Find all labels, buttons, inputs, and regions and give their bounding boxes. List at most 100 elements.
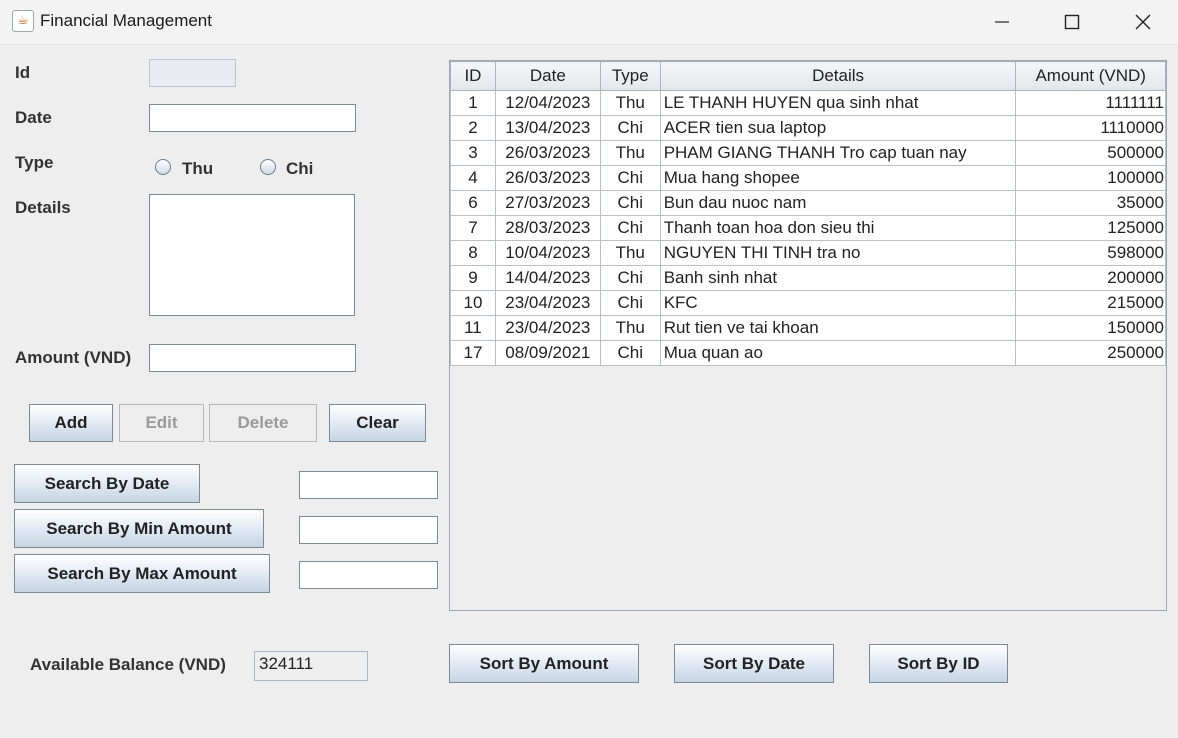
cell-date: 12/04/2023	[494, 90, 601, 116]
cell-date: 23/04/2023	[494, 315, 601, 341]
table-row[interactable]: 8 10/04/2023 Thu NGUYEN THI TINH tra no 5980…	[450, 240, 1166, 266]
cell-id: 1	[450, 90, 496, 116]
cell-amount: 598000	[1015, 240, 1166, 266]
cell-details: Mua hang shopee	[659, 165, 1017, 191]
cell-date: 08/09/2021	[494, 340, 601, 366]
edit-button[interactable]: Edit	[119, 404, 204, 442]
cell-date: 10/04/2023	[494, 240, 601, 266]
id-field	[149, 59, 236, 87]
transactions-table: ID Date Type Details Amount (VND) 1 12/04…	[450, 61, 1166, 366]
table-row[interactable]: 6 27/03/2023 Chi Bun dau nuoc nam 35000	[450, 190, 1166, 216]
minimize-icon	[995, 21, 1009, 23]
table-row[interactable]: 10 23/04/2023 Chi KFC 215000	[450, 290, 1166, 316]
cell-type: Thu	[599, 90, 661, 116]
maximize-icon	[1064, 14, 1080, 30]
cell-details: ACER tien sua laptop	[659, 115, 1017, 141]
cell-id: 8	[450, 240, 496, 266]
delete-button[interactable]: Delete	[209, 404, 317, 442]
cell-amount: 500000	[1015, 140, 1166, 166]
cell-date: 26/03/2023	[494, 140, 601, 166]
amount-label: Amount (VND)	[15, 348, 132, 367]
column-header-date[interactable]: Date	[494, 61, 601, 91]
table-row[interactable]: 2 13/04/2023 Chi ACER tien sua laptop 111000…	[450, 115, 1166, 141]
cell-type: Thu	[599, 315, 661, 341]
type-chi-label: Chi	[286, 159, 314, 178]
maximize-button[interactable]	[1043, 0, 1101, 44]
column-header-id[interactable]: ID	[450, 61, 496, 91]
cell-type: Chi	[599, 115, 661, 141]
date-field[interactable]	[149, 104, 356, 132]
cell-date: 13/04/2023	[494, 115, 601, 141]
type-chi-radio[interactable]	[260, 159, 276, 175]
title-bar: ☕ Financial Management	[0, 0, 1178, 45]
cell-amount: 250000	[1015, 340, 1166, 366]
column-header-details[interactable]: Details	[659, 61, 1017, 91]
table-row[interactable]: 11 23/04/2023 Thu Rut tien ve tai khoan 1500…	[450, 315, 1166, 341]
table-row[interactable]: 1 12/04/2023 Thu LE THANH HUYEN qua sinh nh…	[450, 90, 1166, 116]
search-max-amount-field[interactable]	[299, 561, 438, 589]
balance-field: 324111	[254, 651, 368, 681]
cell-id: 7	[450, 215, 496, 241]
table-row[interactable]: 4 26/03/2023 Chi Mua hang shopee 100000	[450, 165, 1166, 191]
table-row[interactable]: 9 14/04/2023 Chi Banh sinh nhat 200000	[450, 265, 1166, 291]
date-label: Date	[15, 108, 52, 127]
amount-field[interactable]	[149, 344, 356, 372]
search-by-date-button[interactable]: Search By Date	[14, 464, 200, 503]
java-cup-icon: ☕	[12, 10, 34, 32]
cell-date: 28/03/2023	[494, 215, 601, 241]
add-button[interactable]: Add	[29, 404, 113, 442]
cell-details: Bun dau nuoc nam	[659, 190, 1017, 216]
close-icon	[1135, 14, 1151, 30]
cell-details: Mua quan ao	[659, 340, 1017, 366]
cell-details: NGUYEN THI TINH tra no	[659, 240, 1017, 266]
minimize-button[interactable]	[973, 0, 1031, 44]
close-button[interactable]	[1114, 0, 1172, 44]
cell-type: Thu	[599, 240, 661, 266]
cell-type: Chi	[599, 340, 661, 366]
cell-date: 27/03/2023	[494, 190, 601, 216]
cell-date: 26/03/2023	[494, 165, 601, 191]
type-thu-label: Thu	[182, 159, 214, 178]
search-min-amount-field[interactable]	[299, 516, 438, 544]
cell-amount: 1111111	[1015, 90, 1166, 116]
cell-details: Thanh toan hoa don sieu thi	[659, 215, 1017, 241]
table-row[interactable]: 7 28/03/2023 Chi Thanh toan hoa don sieu th…	[450, 215, 1166, 241]
cell-amount: 35000	[1015, 190, 1166, 216]
cell-type: Thu	[599, 140, 661, 166]
search-by-max-amount-button[interactable]: Search By Max Amount	[14, 554, 270, 593]
cell-amount: 150000	[1015, 315, 1166, 341]
cell-amount: 1110000	[1015, 115, 1166, 141]
cell-date: 23/04/2023	[494, 290, 601, 316]
cell-details: KFC	[659, 290, 1017, 316]
transactions-table-panel[interactable]: ID Date Type Details Amount (VND) 1 12/04…	[449, 60, 1167, 611]
table-row[interactable]: 3 26/03/2023 Thu PHAM GIANG THANH Tro cap t…	[450, 140, 1166, 166]
search-by-min-amount-button[interactable]: Search By Min Amount	[14, 509, 264, 548]
cell-id: 4	[450, 165, 496, 191]
clear-button[interactable]: Clear	[329, 404, 426, 442]
cell-id: 2	[450, 115, 496, 141]
cell-id: 3	[450, 140, 496, 166]
cell-id: 17	[450, 340, 496, 366]
table-row[interactable]: 17 08/09/2021 Chi Mua quan ao 250000	[450, 340, 1166, 366]
cell-details: PHAM GIANG THANH Tro cap tuan nay	[659, 140, 1017, 166]
cell-details: Rut tien ve tai khoan	[659, 315, 1017, 341]
column-header-type[interactable]: Type	[599, 61, 661, 91]
cell-type: Chi	[599, 290, 661, 316]
type-thu-radio[interactable]	[155, 159, 171, 175]
id-label: Id	[15, 63, 31, 82]
cell-type: Chi	[599, 265, 661, 291]
column-header-amount[interactable]: Amount (VND)	[1015, 61, 1166, 91]
sort-by-id-button[interactable]: Sort By ID	[869, 644, 1008, 683]
cell-type: Chi	[599, 190, 661, 216]
window-title: Financial Management	[40, 11, 212, 30]
balance-label: Available Balance (VND)	[30, 655, 226, 674]
cell-type: Chi	[599, 165, 661, 191]
details-textarea[interactable]	[149, 194, 355, 316]
cell-amount: 125000	[1015, 215, 1166, 241]
search-date-field[interactable]	[299, 471, 438, 499]
cell-id: 9	[450, 265, 496, 291]
type-label: Type	[15, 153, 54, 172]
sort-by-amount-button[interactable]: Sort By Amount	[449, 644, 639, 683]
sort-by-date-button[interactable]: Sort By Date	[674, 644, 834, 683]
cell-date: 14/04/2023	[494, 265, 601, 291]
